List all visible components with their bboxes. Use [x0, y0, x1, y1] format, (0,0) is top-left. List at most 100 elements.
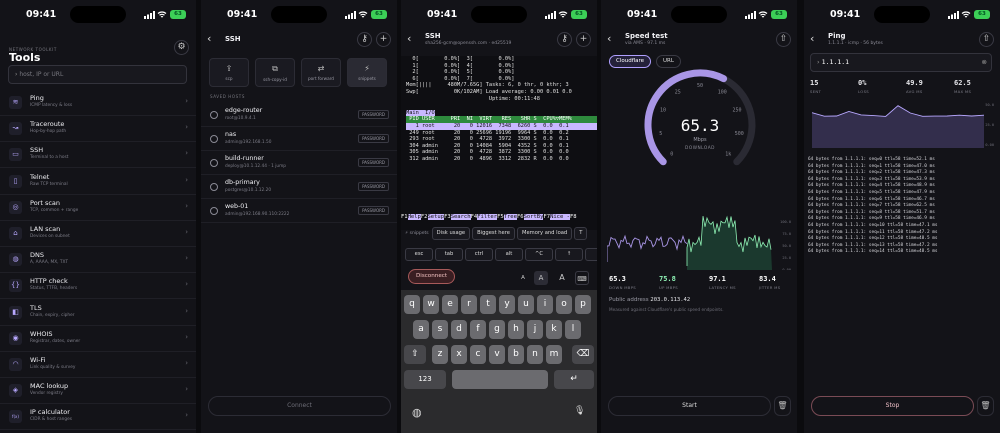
- fkey-f6[interactable]: F6: [517, 214, 524, 220]
- snippet-chip[interactable]: Biggest here: [472, 227, 515, 240]
- host-item[interactable]: build-runner deploy@10.1.12.44 · 1 jump PA…: [201, 151, 397, 175]
- host-radio[interactable]: [210, 207, 218, 215]
- process-row[interactable]: 249 root 20 0 25696 19196 9964 S 0.0 0.2: [406, 130, 597, 137]
- key-button[interactable]: ⚷: [557, 32, 572, 47]
- fkey-label[interactable]: Tree: [503, 214, 517, 220]
- back-button[interactable]: ‹: [810, 32, 820, 46]
- font-size-large[interactable]: A: [555, 271, 569, 285]
- key-y[interactable]: y: [499, 295, 515, 314]
- process-row[interactable]: 304 admin 20 0 14084 5904 4352 S 0.0 0.1: [406, 143, 597, 150]
- host-search-input[interactable]: › host, IP or URL: [8, 65, 187, 84]
- host-item[interactable]: nas admin@192.168.1.50 PASSWORD: [201, 127, 397, 151]
- key-a[interactable]: a: [413, 320, 429, 339]
- key-d[interactable]: d: [451, 320, 467, 339]
- fkey-f3[interactable]: F3: [444, 214, 451, 220]
- special-key[interactable]: ^C: [525, 248, 553, 261]
- font-size-medium[interactable]: A: [534, 271, 548, 285]
- fkey-f5[interactable]: F5: [497, 214, 504, 220]
- special-key[interactable]: esc: [405, 248, 433, 261]
- host-radio[interactable]: [210, 135, 218, 143]
- tool-item[interactable]: f(x) IP calculator CIDR & host ranges ›: [0, 404, 196, 431]
- special-key[interactable]: ctrl: [465, 248, 493, 261]
- snippet-chip[interactable]: Disk usage: [431, 227, 471, 240]
- tool-item[interactable]: ◍ DNS A, AAAA, MX, TXT ›: [0, 247, 196, 274]
- tool-item[interactable]: {} HTTP check Status, TTFB, headers ›: [0, 273, 196, 300]
- key-e[interactable]: e: [442, 295, 458, 314]
- settings-button[interactable]: ⚙: [174, 40, 189, 55]
- process-row[interactable]: 1 root 20 0 12016 7348 6260 S 0.0 0.1: [406, 122, 597, 130]
- connect-button[interactable]: Connect: [208, 396, 391, 416]
- special-key[interactable]: alt: [495, 248, 523, 261]
- fkey-f1[interactable]: F1: [401, 214, 408, 220]
- return-key[interactable]: ↵: [554, 370, 594, 389]
- disconnect-button[interactable]: Disconnect: [408, 269, 455, 284]
- key-i[interactable]: i: [537, 295, 553, 314]
- fkey-label[interactable]: SortBy: [523, 214, 544, 220]
- space-key[interactable]: [452, 370, 548, 389]
- microphone-icon[interactable]: 🎙: [574, 406, 585, 416]
- clear-input-icon[interactable]: ⊗: [982, 54, 987, 71]
- tool-item[interactable]: ▯ Telnet Raw TCP terminal ›: [0, 169, 196, 195]
- keyboard-toggle[interactable]: ⌨: [575, 271, 589, 285]
- back-button[interactable]: ‹: [607, 32, 617, 46]
- key-p[interactable]: p: [575, 295, 591, 314]
- snippet-chip[interactable]: T: [574, 227, 588, 240]
- key-r[interactable]: r: [461, 295, 477, 314]
- host-radio[interactable]: [210, 159, 218, 167]
- tool-item[interactable]: ◎ Port scan TCP, common + range ›: [0, 195, 196, 221]
- key-j[interactable]: j: [527, 320, 543, 339]
- share-button[interactable]: ⇧: [776, 32, 791, 47]
- key-f[interactable]: f: [470, 320, 486, 339]
- tool-item[interactable]: ◠ Wi-Fi Link quality & survey ›: [0, 352, 196, 378]
- fkey-label[interactable]: Nice -: [550, 214, 570, 220]
- key-h[interactable]: h: [508, 320, 524, 339]
- back-button[interactable]: ‹: [207, 32, 217, 46]
- host-radio[interactable]: [210, 111, 218, 119]
- key-button[interactable]: ⚷: [357, 32, 372, 47]
- start-button[interactable]: Start: [608, 396, 771, 416]
- back-button[interactable]: ‹: [407, 32, 417, 46]
- tool-item[interactable]: ≋ Ping ICMP latency & loss ›: [0, 90, 196, 116]
- key-g[interactable]: g: [489, 320, 505, 339]
- process-row[interactable]: 312 admin 20 0 4896 3312 2832 R 0.0 0.0: [406, 156, 597, 163]
- process-row[interactable]: 293 root 20 0 4728 3972 3300 S 0.0 0.1: [406, 136, 597, 143]
- key-b[interactable]: b: [508, 345, 524, 364]
- key-v[interactable]: v: [489, 345, 505, 364]
- tool-item[interactable]: ⌂ LAN scan Devices on subnet ›: [0, 221, 196, 247]
- key-s[interactable]: s: [432, 320, 448, 339]
- host-item[interactable]: edge-router root@10.9.4.1 PASSWORD: [201, 103, 397, 127]
- key-u[interactable]: u: [518, 295, 534, 314]
- segment-port-forward[interactable]: ⇄ port forward: [301, 58, 341, 87]
- numbers-key[interactable]: 123: [404, 370, 446, 389]
- clear-button[interactable]: 🗑: [774, 396, 791, 416]
- stop-button[interactable]: Stop: [811, 396, 974, 416]
- key-w[interactable]: w: [423, 295, 439, 314]
- key-t[interactable]: t: [480, 295, 496, 314]
- fkey-label[interactable]: Filter: [477, 214, 498, 220]
- snippet-chip[interactable]: Memory and load: [516, 227, 573, 240]
- key-l[interactable]: l: [565, 320, 581, 339]
- delete-key[interactable]: ⌫: [572, 345, 594, 364]
- host-item[interactable]: web-01 admin@192.168.90.110:2222 PASSWORD: [201, 199, 397, 223]
- fkey-label[interactable]: Help: [407, 214, 421, 220]
- tool-item[interactable]: ▭ SSH Terminal to a host ›: [0, 142, 196, 169]
- key-m[interactable]: m: [546, 345, 562, 364]
- process-row[interactable]: 305 admin 20 0 4728 3872 3300 S 0.0 0.0: [406, 149, 597, 156]
- add-session-button[interactable]: +: [576, 32, 591, 47]
- shift-key[interactable]: ⇧: [404, 345, 426, 364]
- fkey-label[interactable]: Setup: [427, 214, 445, 220]
- segment-snippets[interactable]: ⚡ snippets: [347, 58, 387, 87]
- fkey-f8[interactable]: F8: [570, 214, 577, 220]
- clear-button[interactable]: 🗑: [977, 396, 994, 416]
- tool-item[interactable]: ◉ WHOIS Registrar, dates, owner ›: [0, 326, 196, 352]
- tool-item[interactable]: ↝ Traceroute Hop-by-hop path ›: [0, 116, 196, 143]
- ping-host-input[interactable]: › 1.1.1.1 ⊗: [810, 53, 992, 72]
- key-o[interactable]: o: [556, 295, 572, 314]
- key-x[interactable]: x: [451, 345, 467, 364]
- key-k[interactable]: k: [546, 320, 562, 339]
- host-item[interactable]: db-primary postgres@10.1.12.20 PASSWORD: [201, 175, 397, 199]
- special-key[interactable]: ↑: [555, 248, 583, 261]
- key-q[interactable]: q: [404, 295, 420, 314]
- globe-icon[interactable]: ◍: [412, 406, 422, 419]
- htop-tabs[interactable]: Main I/O: [406, 109, 435, 117]
